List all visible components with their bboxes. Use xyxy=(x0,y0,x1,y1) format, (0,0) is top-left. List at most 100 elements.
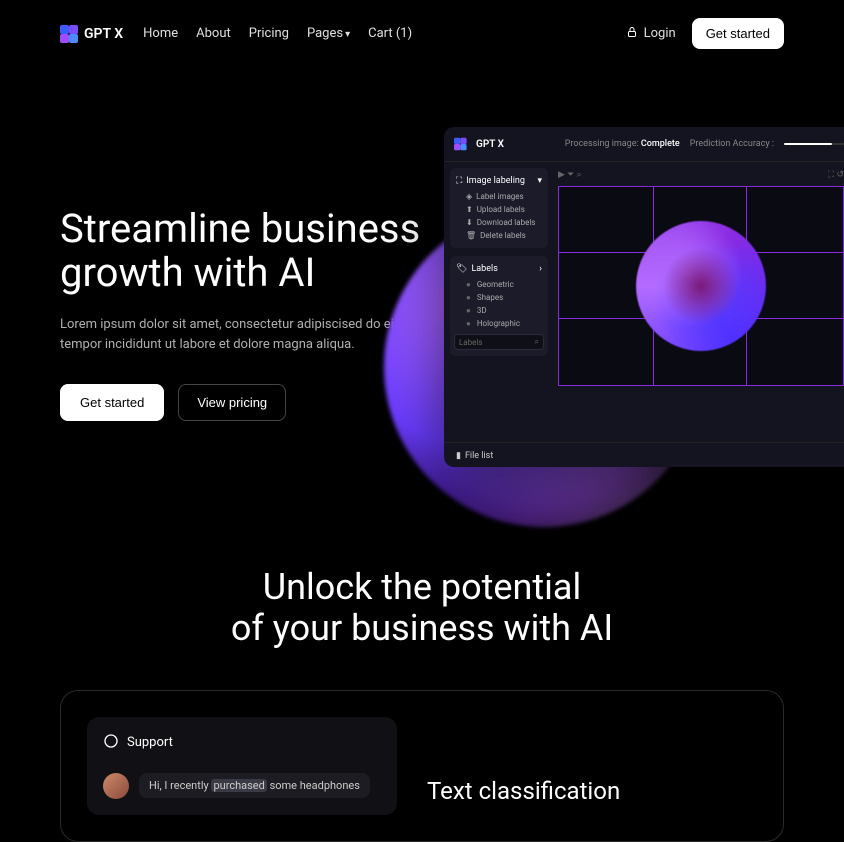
app-logo: GPT X xyxy=(454,135,504,153)
logo-icon xyxy=(60,25,78,43)
nav-about[interactable]: About xyxy=(196,26,231,41)
search-placeholder: Labels xyxy=(459,338,482,347)
chat-icon xyxy=(103,733,119,753)
sidebar-item-delete-labels[interactable]: 🗑 Delete labels xyxy=(454,229,544,242)
chevron-down-icon: ▾ xyxy=(345,29,350,40)
processing-label: Processing image: xyxy=(565,139,639,149)
label-text: Geometric xyxy=(477,280,514,289)
get-started-button[interactable]: Get started xyxy=(692,18,784,49)
feature-card: Support Hi, I recently purchased some he… xyxy=(60,690,784,842)
app-footer[interactable]: ▮ File list xyxy=(444,442,844,467)
nav-cart[interactable]: Cart (1) xyxy=(368,26,412,41)
image-preview xyxy=(636,221,766,351)
sidebar-title-labels[interactable]: 🏷 Labels › xyxy=(454,262,544,278)
sidebar-item-label: Upload labels xyxy=(477,205,525,214)
heading-line1: Unlock the potential xyxy=(263,566,582,608)
chat-preview: Support Hi, I recently purchased some he… xyxy=(87,717,397,815)
upload-icon: ⬆ xyxy=(466,205,473,214)
brand-logo[interactable]: GPT X xyxy=(60,25,123,43)
hero-subtitle: Lorem ipsum dolor sit amet, consectetur … xyxy=(60,315,440,354)
bullet-icon: ● xyxy=(466,306,471,315)
label-item-3d[interactable]: ● 3D xyxy=(454,304,544,317)
nav-pages-label: Pages xyxy=(307,26,343,41)
label-text: 3D xyxy=(477,306,487,315)
sidebar-panel-labeling: ⛶ Image labeling ▾ ◈ Label images ⬆ Upload… xyxy=(450,168,548,248)
login-link[interactable]: Login xyxy=(626,26,676,42)
file-icon: ▮ xyxy=(456,451,461,461)
app-window: GPT X Processing image: Complete Predict… xyxy=(444,127,844,467)
tag-icon: ◈ xyxy=(466,192,472,201)
app-brand-name: GPT X xyxy=(476,139,504,150)
top-nav: GPT X Home About Pricing Pages▾ Cart (1)… xyxy=(0,0,844,67)
label-text: Shapes xyxy=(477,293,503,302)
view-pricing-button[interactable]: View pricing xyxy=(178,384,286,421)
heading-line2: of your business with AI xyxy=(231,607,613,649)
label-item-geometric[interactable]: ● Geometric xyxy=(454,278,544,291)
trash-icon: 🗑 xyxy=(466,231,476,240)
toolbar: ▶ ⏷ ⌕ ⛶ ↺ xyxy=(558,168,844,186)
app-top-bar: GPT X Processing image: Complete Predict… xyxy=(444,127,844,162)
msg-text: Hi, I recently xyxy=(149,779,211,792)
hero-buttons: Get started View pricing xyxy=(60,384,440,421)
msg-highlight: purchased xyxy=(211,779,266,792)
msg-text: some headphones xyxy=(267,779,360,792)
feature-title: Text classification xyxy=(427,777,757,805)
sidebar-item-label-images[interactable]: ◈ Label images xyxy=(454,190,544,203)
accuracy-label: Prediction Accuracy : xyxy=(690,139,774,149)
message-bubble: Hi, I recently purchased some headphones xyxy=(139,773,370,798)
app-logo-icon xyxy=(454,138,467,151)
bullet-icon: ● xyxy=(466,319,471,328)
playback-controls[interactable]: ▶ ⏷ ⌕ xyxy=(558,170,582,180)
file-list-label: File list xyxy=(465,451,493,461)
tags-icon: 🏷 xyxy=(456,264,467,274)
download-icon: ⬇ xyxy=(466,218,473,227)
hero-text: Streamline business growth with AI Lorem… xyxy=(60,107,440,467)
nav-links: Home About Pricing Pages▾ Cart (1) xyxy=(143,26,412,41)
hero-get-started-button[interactable]: Get started xyxy=(60,384,164,421)
label-item-holographic[interactable]: ● Holographic xyxy=(454,317,544,330)
label-item-shapes[interactable]: ● Shapes xyxy=(454,291,544,304)
chat-message: Hi, I recently purchased some headphones xyxy=(103,773,381,799)
chevron-down-icon: ▾ xyxy=(537,176,542,186)
hero: Streamline business growth with AI Lorem… xyxy=(0,67,844,527)
chevron-right-icon: › xyxy=(539,264,542,274)
app-body: ⛶ Image labeling ▾ ◈ Label images ⬆ Upload… xyxy=(444,162,844,442)
sidebar-item-label: Delete labels xyxy=(480,231,526,240)
chat-header: Support xyxy=(103,733,381,753)
image-canvas[interactable] xyxy=(558,186,844,386)
sidebar-title-labeling[interactable]: ⛶ Image labeling ▾ xyxy=(454,174,544,190)
app-sidebar: ⛶ Image labeling ▾ ◈ Label images ⬆ Upload… xyxy=(444,162,554,442)
chat-title: Support xyxy=(127,735,173,750)
brand-name: GPT X xyxy=(84,26,123,42)
view-controls[interactable]: ⛶ ↺ xyxy=(828,170,844,180)
processing-status: Complete xyxy=(641,139,680,149)
login-label: Login xyxy=(644,26,676,41)
section-unlock: Unlock the potential of your business wi… xyxy=(0,527,844,842)
sidebar-item-label: Download labels xyxy=(477,218,536,227)
app-status: Processing image: Complete Prediction Ac… xyxy=(565,139,844,149)
hero-title: Streamline business growth with AI xyxy=(60,207,440,295)
avatar xyxy=(103,773,129,799)
nav-home[interactable]: Home xyxy=(143,26,178,41)
bullet-icon: ● xyxy=(466,280,471,289)
sidebar-title-label: Labels xyxy=(471,264,497,274)
hero-visual: GPT X Processing image: Complete Predict… xyxy=(404,87,844,547)
sidebar-item-label: Label images xyxy=(476,192,524,201)
nav-pricing[interactable]: Pricing xyxy=(249,26,289,41)
labels-search[interactable]: Labels ⌕ xyxy=(454,334,544,350)
sidebar-item-upload-labels[interactable]: ⬆ Upload labels xyxy=(454,203,544,216)
sidebar-item-download-labels[interactable]: ⬇ Download labels xyxy=(454,216,544,229)
nav-right: Login Get started xyxy=(626,18,784,49)
nav-pages[interactable]: Pages▾ xyxy=(307,26,350,41)
label-text: Holographic xyxy=(477,319,520,328)
sidebar-title-label: Image labeling xyxy=(466,176,525,186)
sidebar-panel-labels: 🏷 Labels › ● Geometric ● Shapes ● 3D ● Holog… xyxy=(450,256,548,356)
expand-icon: ⛶ xyxy=(456,176,462,186)
bullet-icon: ● xyxy=(466,293,471,302)
search-icon: ⌕ xyxy=(535,337,539,347)
app-main: ▶ ⏷ ⌕ ⛶ ↺ xyxy=(554,162,844,442)
accuracy-bar xyxy=(784,143,844,145)
lock-icon xyxy=(626,26,638,42)
feature-card-right: Text classification xyxy=(427,717,757,815)
section-heading: Unlock the potential of your business wi… xyxy=(60,567,784,650)
